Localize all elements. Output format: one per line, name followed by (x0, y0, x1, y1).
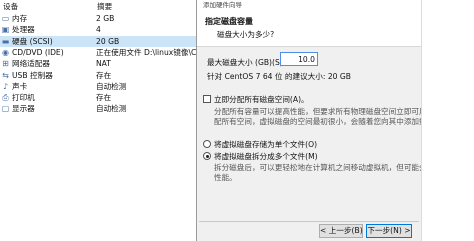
max-disk-size-label: 最大磁盘大小 (GB)(S): (207, 58, 286, 67)
footer-separator (199, 221, 419, 222)
hardware-item-row[interactable]: ⎙ 打印机 存在 (0, 92, 200, 103)
summary-column-header[interactable]: 摘要 (97, 1, 112, 12)
hardware-item-summary: 4 (96, 25, 101, 35)
add-hardware-wizard: 添加硬件向导 指定磁盘容量 磁盘大小为多少? 最大磁盘大小 (GB)(S): 1… (196, 0, 474, 241)
hardware-item-row[interactable]: ♪ 声卡 自动检测 (0, 81, 200, 92)
allocate-now-label[interactable]: 立即分配所有磁盘空间(A)。 (214, 94, 309, 105)
disk-size-value[interactable]: 10.0 (298, 55, 315, 64)
wizard-titlebar: 添加硬件向导 (197, 0, 421, 9)
recommended-size-text: 针对 CentOS 7 64 位 的建议大小: 20 GB (207, 72, 352, 81)
hardware-item-name: 处理器 (12, 25, 35, 35)
network-adapter-icon: ⊞ (2, 59, 9, 69)
hardware-list: 设备 摘要 ▭ 内存 2 GB ▣ 处理器 4 ▬ 硬盘 (SCSI) 20 GB ◉ CD/DVD… (0, 0, 201, 241)
hardware-item-name: 声卡 (12, 81, 28, 91)
page-subtitle: 磁盘大小为多少? (217, 30, 275, 39)
hardware-item-name: USB 控制器 (12, 70, 53, 80)
page-title: 指定磁盘容量 (205, 17, 253, 26)
device-column-header[interactable]: 设备 (3, 1, 18, 12)
hardware-item-row[interactable]: ▭ 内存 2 GB (0, 13, 200, 24)
single-file-radio[interactable] (203, 140, 211, 148)
hardware-item-summary: 20 GB (96, 36, 120, 46)
hard-disk-icon: ▬ (1, 36, 10, 46)
multiple-files-radio[interactable] (203, 152, 211, 160)
hardware-item-row[interactable]: ⇆ USB 控制器 存在 (0, 70, 200, 81)
hardware-item-name: 内存 (12, 14, 28, 23)
usb-controller-icon: ⇆ (2, 70, 9, 80)
hardware-item-summary: 自动检测 (96, 81, 127, 91)
allocate-now-checkbox[interactable] (203, 95, 211, 103)
hardware-item-summary: 存在 (96, 70, 112, 80)
processor-icon: ▣ (1, 25, 10, 35)
hardware-item-row[interactable]: ⊞ 网络适配器 NAT (0, 58, 200, 69)
back-button[interactable]: < 上一步(B) (319, 224, 363, 238)
hardware-item-summary: 存在 (96, 93, 112, 103)
hardware-item-name: 显示器 (12, 104, 35, 114)
hardware-item-row[interactable]: ◉ CD/DVD (IDE) 正在使用文件 D:\linux镜像\C... (0, 47, 200, 58)
hardware-item-row[interactable]: ▢ 显示器 自动检测 (0, 103, 200, 114)
hardware-item-summary: 正在使用文件 D:\linux镜像\C... (96, 47, 198, 57)
multiple-files-label[interactable]: 将虚拟磁盘拆分成多个文件(M) (214, 151, 318, 162)
next-button[interactable]: 下一步(N) > (366, 224, 412, 238)
printer-icon: ⎙ (2, 93, 9, 103)
memory-icon: ▭ (1, 14, 10, 23)
display-icon: ▢ (1, 104, 10, 114)
split-description-line-2: 性能。 (214, 173, 237, 182)
hardware-item-summary: 2 GB (96, 14, 115, 23)
disk-size-stepper[interactable]: 10.0 (280, 52, 318, 66)
background-panel (421, 0, 474, 241)
hardware-item-name: 网络适配器 (12, 59, 50, 69)
hardware-item-summary: 自动检测 (96, 104, 127, 114)
hardware-item-name: 硬盘 (SCSI) (12, 36, 53, 46)
wizard-header: 指定磁盘容量 磁盘大小为多少? (197, 8, 421, 47)
hardware-item-name: CD/DVD (IDE) (12, 47, 64, 57)
hardware-item-row[interactable]: ▬ 硬盘 (SCSI) 20 GB (0, 35, 200, 47)
hardware-item-name: 打印机 (12, 93, 35, 103)
cd-dvd-icon: ◉ (2, 47, 9, 57)
single-file-label[interactable]: 将虚拟磁盘存储为单个文件(O) (214, 139, 317, 150)
sound-card-icon: ♪ (2, 81, 9, 91)
hardware-item-row[interactable]: ▣ 处理器 4 (0, 24, 200, 35)
hardware-item-summary: NAT (96, 59, 111, 69)
